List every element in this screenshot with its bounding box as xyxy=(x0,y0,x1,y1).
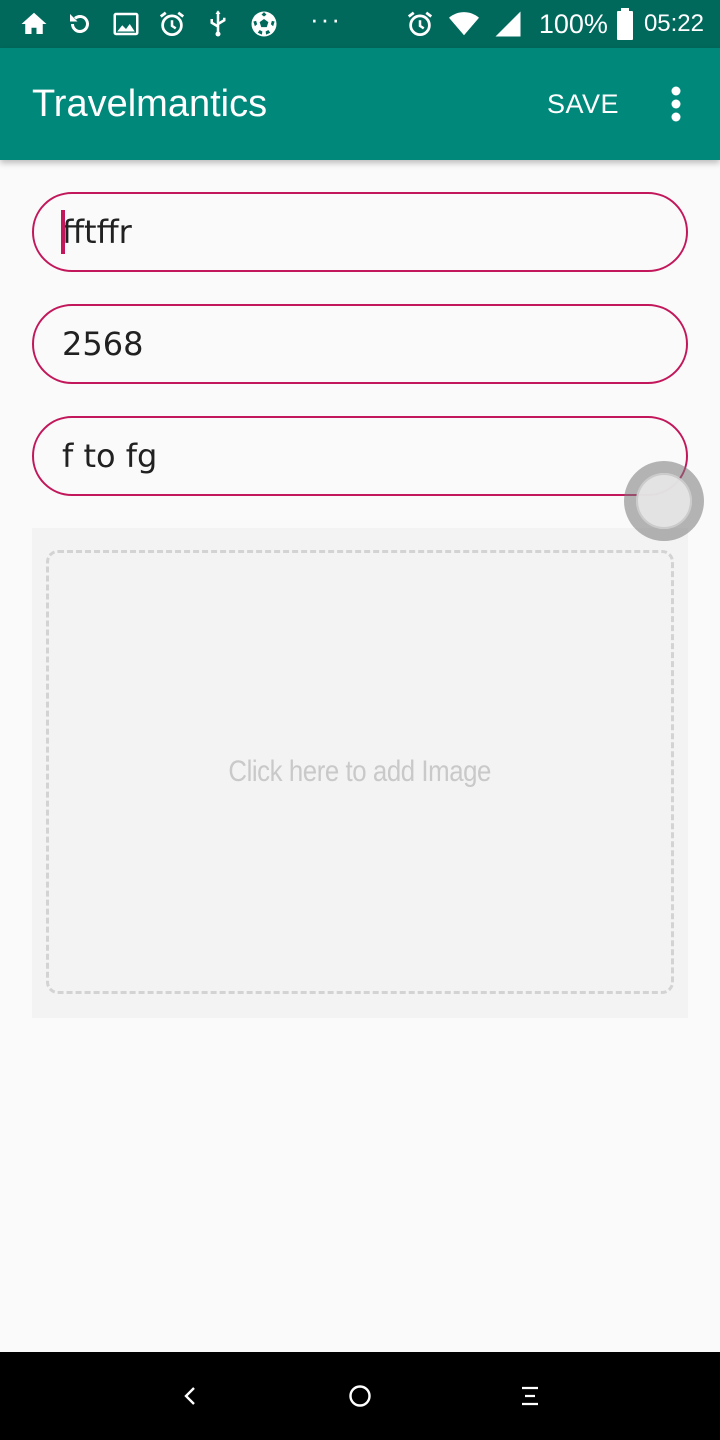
soccer-ball-icon xyxy=(248,8,280,40)
app-title: Travelmantics xyxy=(32,83,268,125)
image-icon xyxy=(110,8,142,40)
alarm-icon xyxy=(403,8,437,40)
image-hint: Click here to add Image xyxy=(228,755,492,788)
notification-overflow-dots: ··· xyxy=(310,4,342,34)
more-vert-icon[interactable] xyxy=(652,80,700,128)
battery-percent: 100% xyxy=(538,8,608,39)
image-picker[interactable]: Click here to add Image xyxy=(32,528,688,1018)
home-circle-icon[interactable] xyxy=(330,1372,390,1420)
navigation-bar xyxy=(0,1352,720,1440)
usb-icon xyxy=(202,8,234,40)
recents-icon[interactable] xyxy=(500,1372,560,1420)
status-left-icons: ··· xyxy=(18,4,342,40)
text-cursor xyxy=(61,210,65,254)
app-bar: Travelmantics SAVE xyxy=(0,48,720,160)
sync-icon xyxy=(64,8,96,40)
cell-signal-icon xyxy=(491,8,525,40)
description-input[interactable] xyxy=(32,416,688,496)
status-time: 05:22 xyxy=(643,10,704,37)
battery-icon xyxy=(616,8,634,40)
touch-indicator xyxy=(624,461,704,541)
wifi-icon xyxy=(447,8,481,40)
image-dropzone[interactable]: Click here to add Image xyxy=(46,550,674,994)
title-input[interactable] xyxy=(32,192,688,272)
save-button[interactable]: SAVE xyxy=(538,76,628,132)
home-icon xyxy=(18,8,50,40)
status-right-icons: 100% 05:22 xyxy=(403,8,704,40)
back-icon[interactable] xyxy=(160,1372,220,1420)
status-bar: ··· 100% 05:22 xyxy=(0,0,720,48)
price-input[interactable] xyxy=(32,304,688,384)
touch-indicator-inner xyxy=(636,473,692,529)
alarm-icon xyxy=(156,8,188,40)
